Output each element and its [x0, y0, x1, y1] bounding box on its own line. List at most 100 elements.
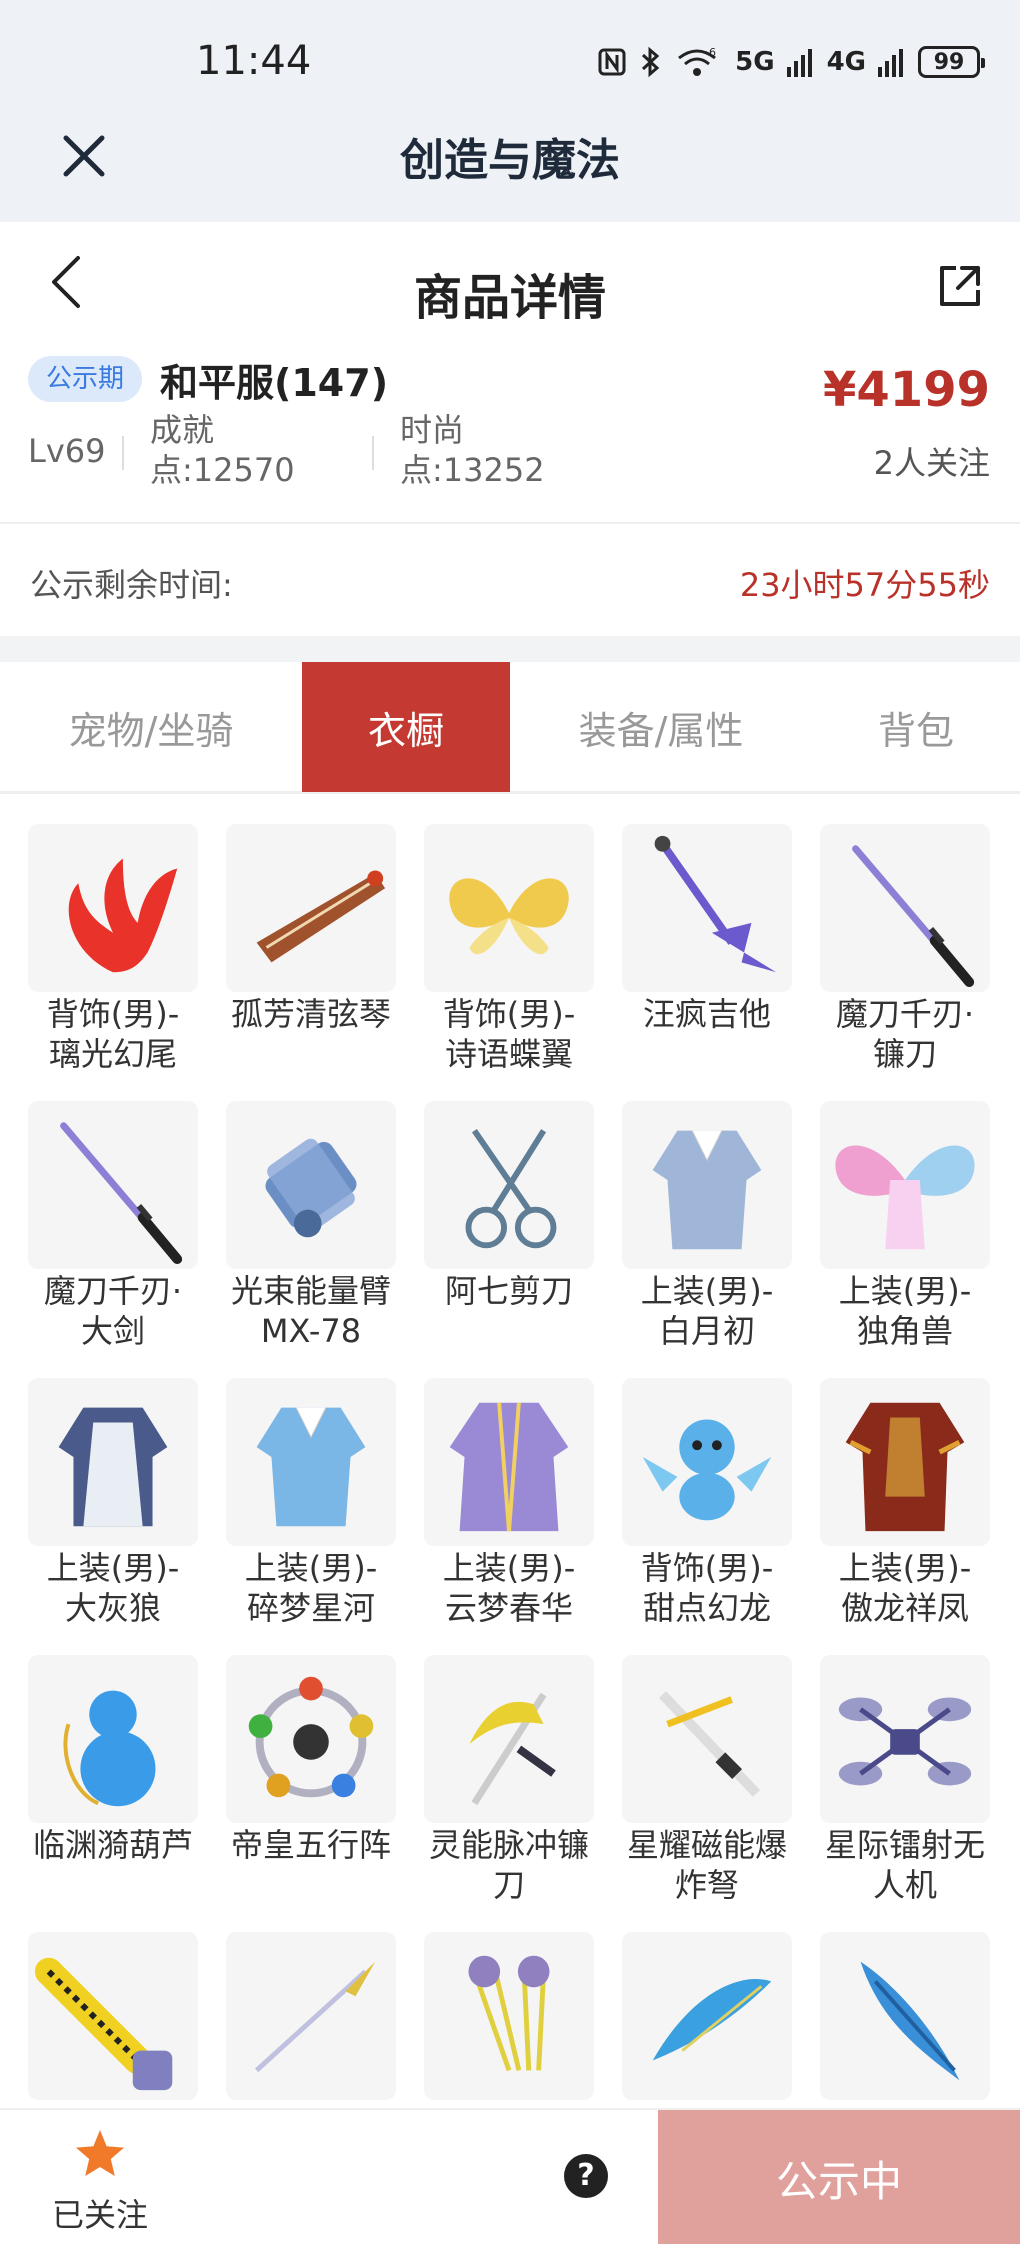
signal-bars-4g-icon — [878, 49, 903, 77]
chainsaw-icon — [28, 1932, 198, 2100]
katana-icon — [28, 1101, 198, 1269]
wardrobe-item-label: 上装(男)- 大灰狼 — [0, 1548, 226, 1628]
item-name-line1: 背饰(男)- — [442, 995, 576, 1033]
help-icon[interactable]: ? — [564, 2154, 608, 2198]
tab-backpack[interactable]: 背包 — [812, 662, 1020, 792]
item-name-line2: 璃光幻尾 — [48, 1035, 177, 1073]
wardrobe-item-label: 孤芳清弦琴 — [198, 994, 424, 1034]
item-name-line2: 刀 — [492, 1866, 525, 1904]
wardrobe-item-label: 上装(男)- 碎梦星河 — [198, 1548, 424, 1628]
fashion-value: 点:13252 — [400, 451, 545, 489]
wardrobe-item-label: 帝皇五行阵 — [198, 1825, 424, 1865]
bluetooth-icon — [642, 46, 660, 78]
wardrobe-item-label: 上装(男)- 云梦春华 — [396, 1548, 622, 1628]
price: ¥4199 — [823, 362, 990, 418]
countdown-label: 公示剩余时间: — [30, 566, 233, 604]
wardrobe-item-label: 背饰(男)- 诗语蝶翼 — [396, 994, 622, 1074]
battery-indicator: 99 — [918, 46, 985, 78]
achievement-label: 成就 — [150, 411, 215, 449]
tab-equipment-attributes[interactable]: 装备/属性 — [510, 662, 812, 792]
energy-arm-icon — [226, 1101, 396, 1269]
katana-icon — [820, 824, 990, 992]
item-name-line1: 魔刀千刃· — [835, 995, 975, 1033]
item-name-line1: 星际镭射无 — [824, 1826, 985, 1864]
rainbow-wings-icon — [820, 1101, 990, 1269]
royal-robe-icon — [424, 1378, 594, 1546]
item-name-line2: 傲龙祥凤 — [840, 1589, 969, 1627]
item-name-line2: MX-78 — [260, 1312, 362, 1350]
page-title: 商品详情 — [413, 270, 606, 326]
zither-icon — [226, 824, 396, 992]
guitar-icon — [622, 824, 792, 992]
wardrobe-item-label: 星际镭射无 人机 — [792, 1825, 1018, 1905]
achievement-stat: 成就 点:12570 — [150, 410, 295, 490]
item-name-line2: 碎梦星河 — [246, 1589, 375, 1627]
wardrobe-item-label: 光束能量臂 MX-78 — [198, 1271, 424, 1351]
wardrobe-item-label: 星耀磁能爆 炸弩 — [594, 1825, 820, 1905]
status-badge: 公示期 — [28, 356, 143, 402]
app-header: 创造与魔法 — [0, 110, 1020, 222]
item-name-line2: 大灰狼 — [64, 1589, 161, 1627]
wardrobe-item-label: 上装(男)- 傲龙祥凤 — [792, 1548, 1018, 1628]
wardrobe-item-label: 阿七剪刀 — [396, 1271, 622, 1311]
countdown-row: 公示剩余时间: 23小时57分55秒 — [0, 526, 1020, 636]
five-element-ring-icon — [226, 1655, 396, 1823]
stat-divider — [372, 436, 374, 470]
svg-text:6: 6 — [709, 46, 716, 59]
star-icon — [76, 2130, 124, 2176]
item-name-line1: 上装(男)- — [838, 1272, 972, 1310]
wifi-6-icon: 6 — [678, 46, 716, 76]
item-name-line2: 甜点幻龙 — [642, 1589, 771, 1627]
follower-count: 2人关注 — [873, 444, 990, 482]
follow-label: 已关注 — [51, 2196, 148, 2234]
armor-icon — [820, 1378, 990, 1546]
item-name-line1: 背饰(男)- — [46, 995, 180, 1033]
item-name-line1: 孤芳清弦琴 — [230, 995, 391, 1033]
wardrobe-item-label: 上装(男)- 白月初 — [594, 1271, 820, 1351]
wardrobe-item-label: 背饰(男)- 甜点幻龙 — [594, 1548, 820, 1628]
level-stat: Lv69 — [28, 432, 106, 470]
countdown-value: 23小时57分55秒 — [739, 566, 990, 604]
item-name-line2: 镰刀 — [872, 1035, 937, 1073]
item-name-line2: 人机 — [872, 1866, 937, 1904]
status-button[interactable]: 公示中 — [658, 2110, 1020, 2244]
item-name-line1: 上装(男)- — [46, 1549, 180, 1587]
item-name-line2: 白月初 — [658, 1312, 755, 1350]
tab-wardrobe[interactable]: 衣橱 — [302, 662, 510, 792]
fashion-label: 时尚 — [400, 411, 465, 449]
item-name-line1: 灵能脉冲镰 — [428, 1826, 589, 1864]
status-icons: 6 5G 4G 99 — [597, 44, 985, 80]
wardrobe-item-label: 魔刀千刃· 镰刀 — [792, 994, 1018, 1074]
water-sword-icon — [820, 1932, 990, 2100]
item-name-line1: 阿七剪刀 — [444, 1272, 573, 1310]
app-title: 创造与魔法 — [400, 135, 620, 186]
item-name-line2: 诗语蝶翼 — [444, 1035, 573, 1073]
item-name-line2: 云梦春华 — [444, 1589, 573, 1627]
item-name-line1: 帝皇五行阵 — [230, 1826, 391, 1864]
claws-icon — [424, 1932, 594, 2100]
water-blade-icon — [622, 1932, 792, 2100]
item-name-line1: 上装(男)- — [640, 1272, 774, 1310]
status-time: 11:44 — [196, 38, 312, 84]
bottom-bar: 已关注 ? 公示中 — [0, 2108, 1020, 2244]
product-info: 公示期 和平服(147) ¥4199 2人关注 Lv69 成就 点:12570 … — [0, 342, 1020, 524]
tab-pets-mounts[interactable]: 宠物/坐骑 — [0, 662, 302, 792]
pulse-scythe-icon — [424, 1655, 594, 1823]
5g-signal-icon: 5G — [735, 47, 775, 77]
item-name-line1: 汪疯吉他 — [642, 995, 771, 1033]
signal-bars-5g-icon — [786, 49, 812, 77]
butterfly-wings-icon — [424, 824, 594, 992]
4g-signal-icon: 4G — [826, 47, 866, 77]
item-name-line1: 上装(男)- — [244, 1549, 378, 1587]
item-name-line1: 上装(男)- — [442, 1549, 576, 1587]
stat-divider — [122, 436, 124, 470]
baby-dragon-icon — [622, 1378, 792, 1546]
server-name: 和平服(147) — [160, 361, 389, 405]
wardrobe-item-label: 上装(男)- 独角兽 — [792, 1271, 1018, 1351]
robe-icon — [226, 1378, 396, 1546]
share-icon[interactable] — [936, 262, 984, 310]
follow-button[interactable]: 已关注 — [30, 2122, 170, 2238]
gourd-icon — [28, 1655, 198, 1823]
item-name-line1: 背饰(男)- — [640, 1549, 774, 1587]
wardrobe-item-label: 临渊漪葫芦 — [0, 1825, 226, 1865]
